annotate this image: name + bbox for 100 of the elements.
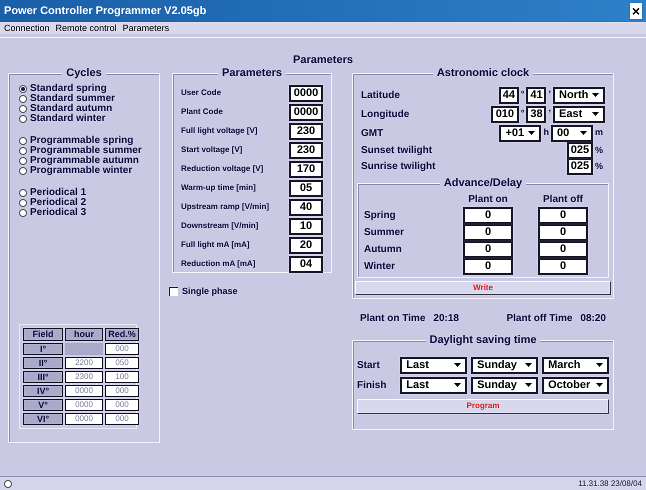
input-field[interactable]: 20 [289, 236, 323, 254]
time-label: Plant off Time [506, 312, 572, 326]
unit-label: h [542, 126, 550, 140]
field-label: Start [357, 358, 381, 372]
field-label: Warm-up time [min] [181, 182, 256, 194]
caret-icon [454, 363, 462, 367]
menu-item[interactable]: Connection [4, 23, 50, 33]
dropdown[interactable]: Last [400, 356, 468, 374]
dropdown[interactable]: Last [400, 376, 468, 394]
input-field[interactable]: 230 [289, 142, 323, 158]
caret-icon [528, 131, 536, 135]
dropdown[interactable]: North [553, 86, 605, 104]
column-header: Red.% [105, 328, 139, 340]
input-field[interactable]: 0000 [289, 104, 323, 120]
input-field[interactable]: 10 [289, 218, 323, 234]
dropdown[interactable]: East [553, 106, 605, 122]
input-field[interactable]: 0 [463, 258, 513, 274]
field-label: Plant Code [181, 106, 223, 118]
input-field[interactable]: 170 [289, 160, 323, 178]
input-field[interactable]: 41 [526, 86, 546, 104]
row-header: IV° [23, 384, 63, 396]
caret-icon [525, 363, 532, 367]
radio-option[interactable]: Programmable autumn [19, 156, 149, 166]
unit-label: m [594, 126, 604, 140]
input-field[interactable]: 025 [566, 142, 593, 159]
caret-icon [580, 131, 587, 135]
field-label: Reduction voltage [V] [181, 163, 264, 175]
field-label: Spring [364, 208, 397, 222]
field-label: Sunset twilight [361, 144, 432, 158]
group-title: Cycles [62, 66, 106, 80]
radio-option[interactable]: Programmable spring [19, 136, 149, 146]
input-field[interactable]: 0 [463, 224, 513, 240]
input-field[interactable]: 0 [538, 240, 588, 258]
field-label: Full light voltage [V] [181, 125, 258, 137]
caret-icon [525, 383, 532, 387]
dropdown[interactable]: 00 [550, 124, 593, 142]
menu-item[interactable]: Remote control [56, 23, 117, 33]
input-field[interactable]: 0 [538, 206, 588, 224]
column-header: hour [65, 328, 103, 340]
dropdown[interactable]: +01 [499, 124, 542, 142]
radio-option[interactable]: Periodical 3 [19, 208, 149, 218]
table-cell: 2300 [65, 370, 103, 382]
row-header: II° [23, 356, 63, 368]
radio-option[interactable]: Standard autumn [19, 104, 149, 114]
input-field[interactable]: 0 [538, 258, 588, 274]
input-field[interactable]: 230 [289, 122, 323, 140]
radio-option[interactable]: Standard winter [19, 114, 149, 124]
field-label: Reduction mA [mA] [181, 258, 256, 270]
group-title: Parameters [218, 66, 286, 80]
field-label: Latitude [361, 88, 400, 102]
radio-option[interactable]: Programmable summer [19, 146, 149, 156]
input-field[interactable]: 025 [566, 158, 593, 175]
checkbox-option[interactable]: Single phase [169, 284, 332, 298]
field-label: Finish [357, 378, 388, 392]
dropdown[interactable]: Sunday [471, 356, 538, 374]
caret-icon [592, 93, 599, 97]
input-field[interactable]: 04 [289, 256, 323, 272]
field-label: User Code [181, 87, 222, 99]
dropdown[interactable]: Sunday [471, 376, 538, 394]
empty-table-cell [65, 342, 103, 354]
radio-option[interactable]: Standard summer [19, 94, 149, 104]
field-label: Downstream [V/min] [181, 220, 258, 232]
table-cell: 0000 [65, 398, 103, 410]
field-label: Longitude [361, 108, 410, 122]
input-field[interactable]: 0000 [289, 84, 323, 102]
table-cell: 050 [105, 356, 139, 368]
minute-sign: ’ [547, 107, 552, 120]
input-field[interactable]: 0 [463, 206, 513, 224]
input-field[interactable]: 05 [289, 180, 323, 196]
table-cell: 000 [105, 384, 139, 396]
row-header: III° [23, 370, 63, 382]
input-field[interactable]: 38 [526, 106, 546, 122]
degree-sign: ° [520, 107, 526, 120]
caret-icon [454, 383, 462, 387]
radio-option[interactable]: Standard spring [19, 84, 149, 94]
radio-option[interactable]: Programmable winter [19, 166, 149, 176]
radio-option[interactable]: Periodical 1 [19, 188, 149, 198]
degree-sign: ° [520, 88, 526, 102]
unit-label: % [594, 144, 604, 157]
field-label: Upstream ramp [V/min] [181, 201, 270, 213]
menu-item[interactable]: Parameters [122, 23, 170, 33]
table-cell: 000 [105, 342, 139, 354]
input-field[interactable]: 010 [490, 106, 519, 122]
table-cell: 100 [105, 370, 139, 382]
dropdown[interactable]: March [542, 356, 609, 374]
caret-icon [592, 112, 599, 116]
close-button[interactable]: × [630, 3, 642, 19]
input-field[interactable]: 0 [463, 240, 513, 258]
unit-label: % [594, 160, 604, 173]
caret-icon [596, 383, 603, 387]
input-field[interactable]: 40 [289, 198, 323, 216]
group-title: Astronomic clock [432, 66, 534, 80]
field-label: Winter [364, 260, 396, 274]
radio-option[interactable]: Periodical 2 [19, 198, 149, 208]
time-value: 08:20 [580, 312, 606, 326]
table-cell: 000 [105, 398, 139, 410]
dropdown[interactable]: October [542, 376, 609, 394]
row-header: VI° [23, 412, 63, 424]
input-field[interactable]: 0 [538, 224, 588, 240]
input-field[interactable]: 44 [498, 86, 519, 104]
